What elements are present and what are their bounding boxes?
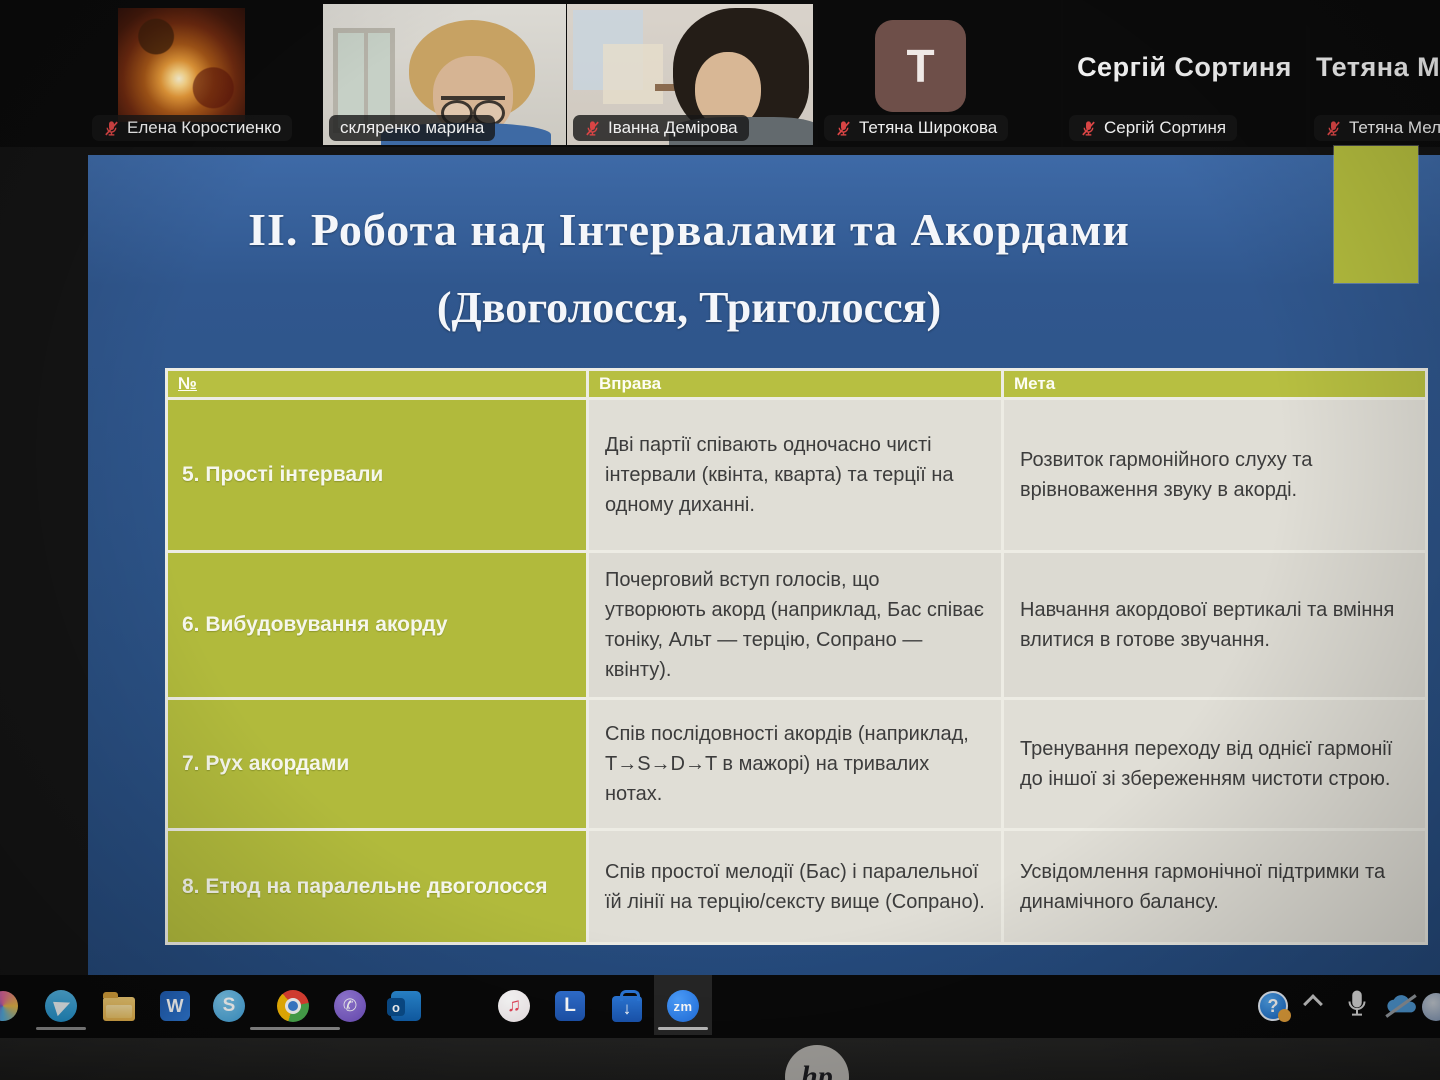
outlook-icon[interactable]: o: [387, 989, 423, 1023]
muted-mic-icon: [103, 120, 120, 137]
word-icon[interactable]: W: [158, 989, 192, 1023]
phone-icon: ✆: [342, 996, 358, 1015]
table-row-exercise: Дві партії співають одночасно чисті інте…: [589, 400, 1001, 550]
table-row-num: 8. Етюд на паралельне двоголосся: [168, 831, 586, 942]
slide-title-line2: (Двоголосся, Триголосся): [436, 283, 942, 332]
word-letter: W: [166, 995, 184, 1016]
slide-title: ІІ. Робота над Інтервалами та Акордами (…: [88, 203, 1440, 333]
itunes-icon[interactable]: ♫: [497, 989, 531, 1023]
participant-name-pill: Тетяна Широкова: [824, 115, 1009, 141]
skype-letter: S: [222, 995, 236, 1016]
l-app-letter: L: [564, 995, 576, 1016]
participant-tile-1[interactable]: Елена Коростиенко: [0, 0, 322, 147]
chrome-running-indicator: [250, 1027, 340, 1030]
participant-name-pill: Іванна Демірова: [573, 115, 749, 141]
participant-tile-2[interactable]: скляренко марина: [323, 0, 566, 147]
telegram-running-indicator: [36, 1027, 86, 1030]
tray-chevron-up-icon[interactable]: [1303, 991, 1323, 1014]
store-icon[interactable]: ↓: [610, 989, 644, 1023]
shared-presentation-slide: ІІ. Робота над Інтервалами та Акордами (…: [88, 146, 1440, 975]
slide-title-line1: ІІ. Робота над Інтервалами та Акордами: [248, 204, 1130, 255]
telegram-icon[interactable]: [44, 989, 78, 1023]
help-tray-icon[interactable]: ?: [1258, 991, 1291, 1022]
participant-strip: Елена Коростиенко скляренко марина Іванн…: [0, 0, 1440, 147]
hp-logo-text: hp: [801, 1060, 833, 1080]
zoom-active-tile[interactable]: zm: [654, 975, 712, 1035]
skype-icon[interactable]: S: [212, 989, 246, 1023]
participant-display-name: Тетяна Ме: [1316, 52, 1440, 82]
zoom-app-icon[interactable]: zm: [666, 989, 700, 1023]
muted-mic-icon: [1325, 120, 1342, 137]
music-note-icon: ♫: [506, 995, 522, 1016]
photos-icon[interactable]: [0, 991, 18, 1021]
participant-tile-6[interactable]: Тетяна Ме Тетяна Мел: [1310, 0, 1440, 147]
exercises-table: № Вправа Мета 5. Прості інтервали Дві па…: [165, 368, 1428, 945]
file-explorer-icon[interactable]: [102, 989, 136, 1023]
table-header-num: №: [168, 371, 586, 397]
avatar-letter: Т: [906, 40, 935, 92]
avatar: Т: [875, 20, 966, 112]
participant-name: скляренко марина: [340, 118, 485, 137]
onedrive-off-tray-icon[interactable]: [1382, 993, 1420, 1019]
table-row-goal: Розвиток гармонійного слуху та врівноваж…: [1004, 400, 1425, 550]
paper-plane-icon: [52, 996, 73, 1016]
participant-display-name: Сергій Сортиня: [1077, 52, 1292, 82]
participant-name-pill: Сергій Сортиня: [1069, 115, 1238, 141]
muted-mic-icon: [584, 120, 601, 137]
table-row-goal: Усвідомлення гармонічної підтримки та ди…: [1004, 831, 1425, 942]
profile-image: [118, 8, 245, 122]
participant-tile-3[interactable]: Іванна Демірова: [567, 0, 813, 147]
laptop-bezel: hp: [0, 1038, 1440, 1080]
table-row-exercise: Почерговий вступ голосів, що утворюють а…: [589, 553, 1001, 697]
table-row-exercise: Спів послідовності акордів (наприклад, T…: [589, 700, 1001, 828]
participant-name: Тетяна Мел: [1349, 118, 1440, 137]
chrome-icon[interactable]: [276, 989, 310, 1023]
question-mark-icon: ?: [1267, 995, 1279, 1016]
table-row-num: 5. Прості інтервали: [168, 400, 586, 550]
microphone-tray-icon[interactable]: [1342, 987, 1372, 1021]
table-row-goal: Навчання акордової вертикалі та вміння в…: [1004, 553, 1425, 697]
participant-tile-4[interactable]: Т Тетяна Широкова: [818, 0, 1061, 147]
participant-name-pill: Елена Коростиенко: [92, 115, 293, 141]
participant-name: Тетяна Широкова: [859, 118, 998, 137]
participant-name-pill: скляренко марина: [329, 115, 496, 141]
outlook-letter: o: [387, 998, 405, 1016]
wall-poster: [603, 44, 663, 104]
table-header-exercise: Вправа: [589, 371, 1001, 397]
l-app-icon[interactable]: L: [553, 989, 587, 1023]
hp-logo: hp: [785, 1045, 849, 1080]
participant-name-pill: Тетяна Мел: [1314, 115, 1440, 141]
windows-taskbar: W S ✆ o ♫ L ↓ zm ?: [0, 975, 1440, 1038]
table-header-goal: Мета: [1004, 371, 1425, 397]
muted-mic-icon: [1080, 120, 1097, 137]
notification-badge: [1278, 1009, 1291, 1022]
download-arrow-icon: ↓: [622, 999, 632, 1018]
viber-icon[interactable]: ✆: [333, 989, 367, 1023]
folder-icon: [103, 992, 135, 1021]
laptop-screen-photo: Елена Коростиенко скляренко марина Іванн…: [0, 0, 1440, 1080]
participant-name: Сергій Сортиня: [1104, 118, 1227, 137]
tray-partial-icon[interactable]: [1422, 993, 1440, 1021]
zoom-badge: zm: [673, 998, 693, 1014]
muted-mic-icon: [835, 120, 852, 137]
participant-name: Іванна Демірова: [608, 118, 738, 137]
zoom-running-indicator: [658, 1027, 708, 1030]
table-row-exercise: Спів простої мелодії (Бас) і паралельної…: [589, 831, 1001, 942]
participant-tile-5[interactable]: Сергій Сортиня Сергій Сортиня: [1063, 0, 1306, 147]
table-row-num: 7. Рух акордами: [168, 700, 586, 828]
table-row-num: 6. Вибудовування акорду: [168, 553, 586, 697]
participant-name: Елена Коростиенко: [127, 118, 282, 137]
table-row-goal: Тренування переходу від однієї гармонії …: [1004, 700, 1425, 828]
